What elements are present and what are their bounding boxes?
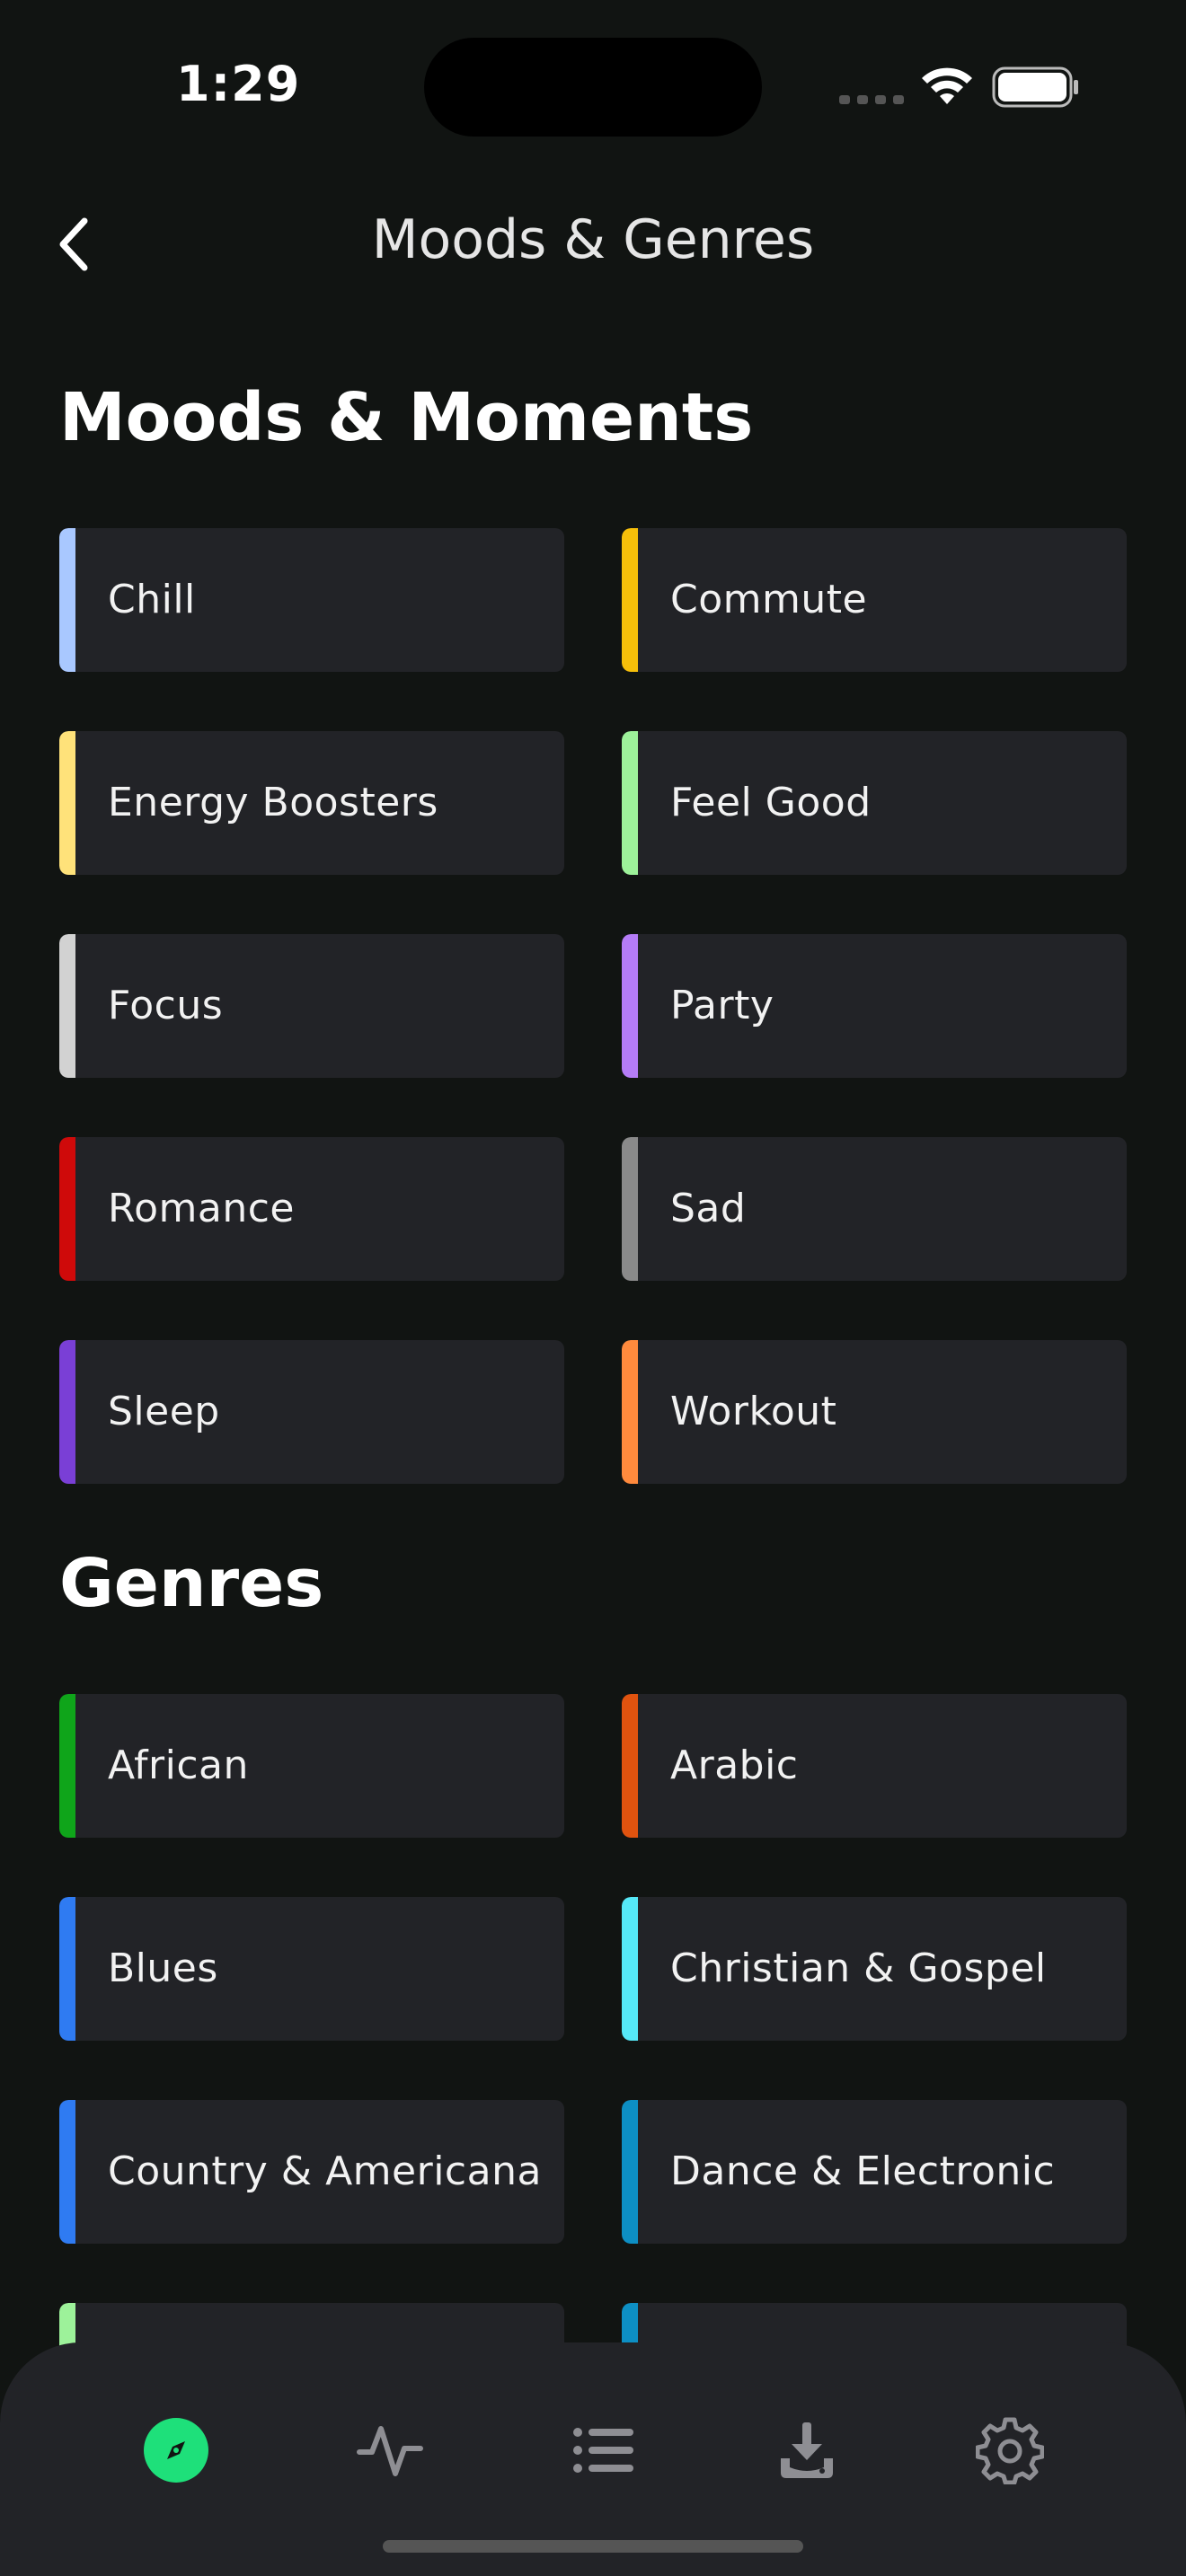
- download-icon: [781, 2422, 833, 2478]
- tile-label: Christian & Gospel: [670, 1945, 1047, 1991]
- genre-tile[interactable]: Arabic: [622, 1694, 1127, 1838]
- tile-accent-bar: [59, 528, 75, 672]
- tile-label: Energy Boosters: [108, 780, 438, 825]
- tile-label: Country & Americana: [108, 2148, 542, 2194]
- tile-accent-bar: [622, 934, 638, 1078]
- battery-icon: [992, 66, 1078, 108]
- tile-label: Workout: [670, 1389, 837, 1434]
- nav-explore[interactable]: [138, 2413, 214, 2488]
- mood-tile[interactable]: Sad: [622, 1137, 1127, 1281]
- genres-grid: African Arabic Blues Christian & Gospel …: [59, 1694, 1127, 2447]
- tile-label: Arabic: [670, 1742, 799, 1788]
- activity-icon: [357, 2426, 423, 2476]
- genre-tile[interactable]: African: [59, 1694, 564, 1838]
- tile-label: Dance & Electronic: [670, 2148, 1056, 2194]
- tile-accent-bar: [59, 1694, 75, 1838]
- mood-tile[interactable]: Party: [622, 934, 1127, 1078]
- page-title: Moods & Genres: [371, 208, 815, 271]
- mood-tile[interactable]: Workout: [622, 1340, 1127, 1484]
- list-icon: [573, 2428, 633, 2473]
- mood-tile[interactable]: Focus: [59, 934, 564, 1078]
- tile-label: Commute: [670, 577, 868, 622]
- tile-accent-bar: [59, 1897, 75, 2041]
- genre-tile[interactable]: Country & Americana: [59, 2100, 564, 2244]
- tile-label: Sad: [670, 1186, 747, 1231]
- gear-icon: [976, 2417, 1044, 2484]
- genre-tile[interactable]: Dance & Electronic: [622, 2100, 1127, 2244]
- cellular-signal-icon: [839, 95, 904, 104]
- moods-grid: Chill Commute Energy Boosters Feel Good …: [59, 528, 1127, 1484]
- wifi-icon: [922, 67, 972, 104]
- dynamic-island: [424, 38, 762, 137]
- tile-accent-bar: [59, 934, 75, 1078]
- mood-tile[interactable]: Sleep: [59, 1340, 564, 1484]
- tile-label: African: [108, 1742, 249, 1788]
- status-time: 1:29: [176, 56, 301, 112]
- tile-label: Feel Good: [670, 780, 872, 825]
- tile-accent-bar: [59, 731, 75, 875]
- tile-accent-bar: [622, 1340, 638, 1484]
- genre-tile[interactable]: Blues: [59, 1897, 564, 2041]
- tile-accent-bar: [622, 731, 638, 875]
- mood-tile[interactable]: Feel Good: [622, 731, 1127, 875]
- mood-tile[interactable]: Romance: [59, 1137, 564, 1281]
- tile-accent-bar: [622, 528, 638, 672]
- tile-label: Sleep: [108, 1389, 220, 1434]
- tile-accent-bar: [622, 2100, 638, 2244]
- nav-activity[interactable]: [352, 2413, 428, 2488]
- home-indicator: [383, 2540, 803, 2553]
- nav-downloads[interactable]: [769, 2413, 845, 2488]
- tile-label: Party: [670, 983, 774, 1028]
- mood-tile[interactable]: Chill: [59, 528, 564, 672]
- bottom-nav: [0, 2342, 1186, 2576]
- genre-tile[interactable]: Christian & Gospel: [622, 1897, 1127, 2041]
- tile-accent-bar: [622, 1137, 638, 1281]
- tile-label: Focus: [108, 983, 224, 1028]
- mood-tile[interactable]: Commute: [622, 528, 1127, 672]
- nav-settings[interactable]: [972, 2413, 1048, 2488]
- genres-section-heading: Genres: [59, 1545, 324, 1622]
- tile-accent-bar: [59, 1340, 75, 1484]
- status-icons: [839, 59, 1109, 117]
- tile-accent-bar: [622, 1694, 638, 1838]
- tile-label: Romance: [108, 1186, 295, 1231]
- tile-label: Chill: [108, 577, 196, 622]
- tile-accent-bar: [59, 2100, 75, 2244]
- mood-tile[interactable]: Energy Boosters: [59, 731, 564, 875]
- tile-accent-bar: [59, 1137, 75, 1281]
- compass-icon: [144, 2418, 208, 2483]
- tile-accent-bar: [622, 1897, 638, 2041]
- moods-section-heading: Moods & Moments: [59, 379, 754, 456]
- nav-library[interactable]: [566, 2413, 642, 2488]
- tile-label: Blues: [108, 1945, 218, 1991]
